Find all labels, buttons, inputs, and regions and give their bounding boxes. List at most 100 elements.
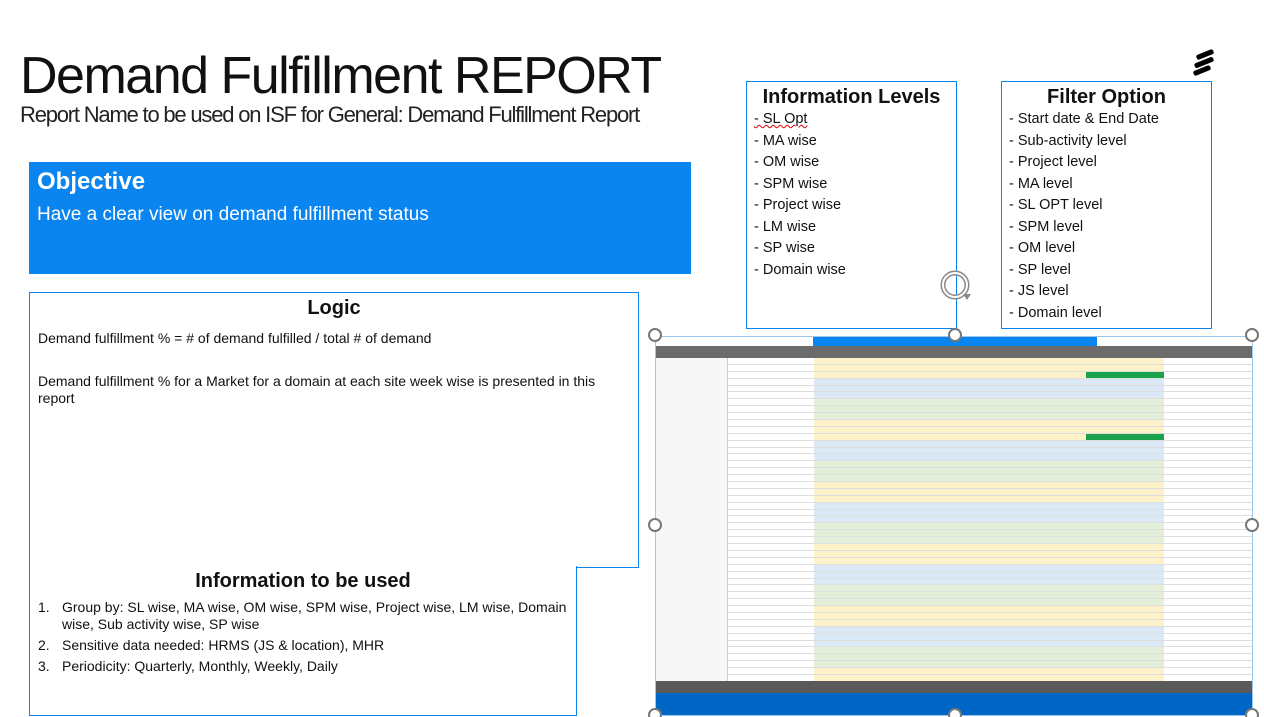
table-row — [728, 606, 1252, 613]
table-row — [728, 516, 1252, 524]
list-item: - Domain wise — [754, 261, 846, 278]
table-body — [728, 358, 1252, 682]
info-used-list: 1. Group by: SL wise, MA wise, OM wise, S… — [38, 599, 568, 675]
table-row — [728, 612, 1252, 620]
brand-logo — [1192, 48, 1216, 77]
filter-option-heading: Filter Option — [1047, 86, 1166, 108]
filter-option-list: - Start date & End Date - Sub-activity l… — [1009, 109, 1204, 324]
table-row — [728, 364, 1252, 372]
table-row — [728, 406, 1252, 414]
table-row — [728, 661, 1252, 669]
page-title: Demand Fulfillment REPORT — [20, 47, 662, 105]
table-row — [728, 592, 1252, 600]
info-levels-list: - SL Opt - MA wise - OM wise - SPM wise … — [754, 109, 949, 281]
resize-handle[interactable] — [1245, 708, 1259, 717]
rotate-handle-icon[interactable] — [938, 268, 974, 302]
table-row — [728, 440, 1252, 448]
resize-handle[interactable] — [648, 518, 662, 532]
info-used-heading: Information to be used — [195, 570, 411, 592]
table-row — [728, 495, 1252, 503]
table-row — [728, 385, 1252, 393]
info-levels-panel: Information Levels - SL Opt - MA wise - … — [746, 81, 957, 329]
list-item: - Start date & End Date — [1009, 111, 1159, 127]
logic-heading: Logic — [307, 297, 361, 319]
table-row — [728, 468, 1252, 476]
list-item: - SP level — [1009, 261, 1071, 278]
table-row — [728, 530, 1252, 538]
table-row — [728, 550, 1252, 558]
fulfillment-table-image[interactable] — [655, 336, 1253, 716]
table-row — [728, 557, 1252, 565]
table-row — [728, 482, 1252, 489]
table-row — [728, 371, 1252, 379]
info-levels-heading: Information Levels — [762, 86, 941, 108]
table-row — [728, 502, 1252, 510]
list-item: - SPM wise — [754, 175, 828, 192]
table-row — [728, 647, 1252, 655]
table-left-column — [656, 358, 728, 696]
table-row — [728, 523, 1252, 531]
list-item: - SPM level — [1009, 218, 1084, 235]
filter-option-panel: Filter Option - Start date & End Date - … — [1001, 81, 1212, 329]
table-column-header — [656, 346, 1252, 358]
resize-handle[interactable] — [648, 708, 662, 717]
list-item: - SL Opt — [754, 111, 808, 127]
list-item: - MA level — [1009, 175, 1073, 192]
resize-handle[interactable] — [948, 328, 962, 342]
table-row — [728, 633, 1252, 641]
table-row — [728, 599, 1252, 607]
table-row — [728, 564, 1252, 572]
table-row — [728, 420, 1252, 427]
objective-text: Have a clear view on demand fulfillment … — [37, 204, 429, 225]
list-item: - SP wise — [754, 240, 815, 256]
page-subtitle: Report Name to be used on ISF for Genera… — [20, 102, 640, 127]
list-item: - JS level — [1009, 283, 1069, 299]
table-row — [728, 626, 1252, 634]
table-row — [728, 537, 1252, 545]
list-item: - OM level — [1009, 240, 1076, 256]
resize-handle[interactable] — [648, 328, 662, 342]
list-item: 1. Group by: SL wise, MA wise, OM wise, S… — [38, 599, 567, 632]
resize-handle[interactable] — [1245, 328, 1259, 342]
resize-handle[interactable] — [948, 708, 962, 717]
table-row — [728, 392, 1252, 400]
table-row — [728, 426, 1252, 434]
table-row — [728, 475, 1252, 483]
list-item: - SL OPT level — [1009, 197, 1103, 213]
list-item: - Sub-activity level — [1009, 132, 1127, 149]
table-row — [728, 454, 1252, 462]
list-item: - OM wise — [754, 154, 820, 170]
objective-heading: Objective — [37, 168, 146, 195]
table-row — [728, 461, 1252, 469]
list-item: 2. Sensitive data needed: HRMS (JS & loca… — [38, 637, 385, 653]
table-row — [728, 619, 1252, 627]
logic-formula: Demand fulfillment % = # of demand fulfi… — [38, 330, 432, 346]
info-used-panel: Information to be used 1. Group by: SL wi… — [29, 566, 577, 716]
list-item: - LM wise — [754, 218, 817, 235]
logic-panel: Logic Demand fulfillment % = # of demand… — [29, 292, 639, 568]
table-row — [728, 640, 1252, 648]
list-item: - Project level — [1009, 154, 1097, 170]
table-row — [728, 488, 1252, 496]
table-row — [728, 578, 1252, 586]
resize-handle[interactable] — [1245, 518, 1259, 532]
table-row — [728, 654, 1252, 662]
table-row — [728, 668, 1252, 675]
table-row — [728, 413, 1252, 421]
list-item: - Domain level — [1009, 304, 1102, 321]
table-row — [728, 433, 1252, 441]
table-subtotal-band — [656, 681, 1252, 693]
list-item: - MA wise — [754, 132, 817, 149]
table-row — [728, 378, 1252, 386]
table-row — [728, 447, 1252, 455]
list-item: 3. Periodicity: Quarterly, Monthly, Weekl… — [38, 658, 338, 674]
table-row — [728, 509, 1252, 517]
table-row — [728, 544, 1252, 551]
table-row — [728, 585, 1252, 593]
objective-panel: Objective Have a clear view on demand fu… — [29, 162, 691, 274]
table-row — [728, 358, 1252, 365]
logic-description: Demand fulfillment % for a Market for a … — [38, 373, 596, 406]
table-row — [728, 571, 1252, 579]
list-item: - Project wise — [754, 197, 842, 213]
table-row — [728, 399, 1252, 407]
